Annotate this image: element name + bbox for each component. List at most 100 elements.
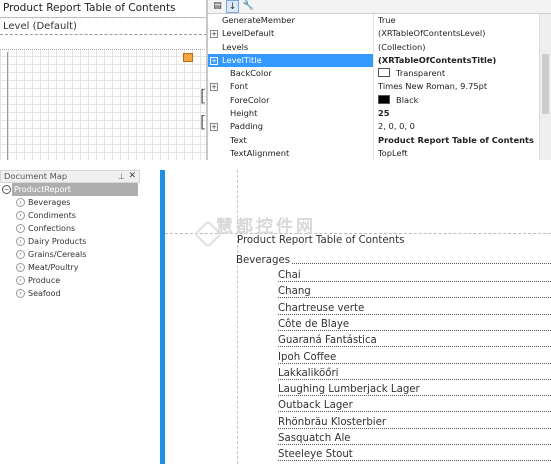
expand-icon[interactable]: › [16,211,25,220]
toc-entry[interactable]: Outback Lager [278,400,551,414]
property-row[interactable]: GenerateMember True [208,14,551,28]
tree-node-label: Beverages [28,198,71,207]
property-value[interactable]: 2, 0, 0, 0 [376,120,551,133]
expand-icon[interactable]: › [16,224,25,233]
tree-node-label: Meat/Poultry [28,263,79,272]
property-grid-scrollbar[interactable] [539,14,551,160]
property-value[interactable]: Black [376,94,551,107]
property-value[interactable]: (Collection) [376,41,551,54]
collapse-icon[interactable]: − [2,185,11,194]
property-row[interactable]: Text Product Report Table of Contents [208,133,551,147]
toc-entry-label: Chang [278,286,311,298]
property-name: Font [208,80,374,94]
toc-entry-label: Lakkaliköőri [278,367,339,379]
scrollbar-thumb[interactable] [542,54,549,114]
property-value[interactable]: TopLeft [376,147,551,160]
expand-icon[interactable]: + [210,83,218,92]
property-value-text: Transparent [396,68,446,79]
property-value[interactable]: Transparent [376,67,551,80]
property-value-text: (XRTableOfContentsTitle) [378,54,497,65]
property-name: LevelTitle [208,53,374,68]
tree-node-label: Dairy Products [28,237,87,246]
toc-entry[interactable]: Laughing Lumberjack Lager [278,384,551,398]
property-name: LevelDefault [208,27,374,41]
toc-entry-label: Outback Lager [278,400,353,412]
toc-title[interactable]: Product Report Table of Contents [237,235,404,246]
property-name: Height [208,107,374,121]
leader-dots [278,329,551,331]
toc-empty-band[interactable] [0,35,206,50]
toc-category-label: Beverages [236,255,293,266]
tree-node[interactable]: › Seafood [0,287,140,300]
property-row[interactable]: BackColor Transparent [208,67,551,81]
watermark: 慧都控件网 [216,217,316,237]
expand-icon[interactable]: + [210,56,218,65]
property-value[interactable]: (XRTableOfContentsTitle) [376,54,551,67]
expand-icon[interactable]: + [210,30,218,39]
toc-entry[interactable]: Chartreuse verte [278,302,551,317]
tree-node-root[interactable]: − ProductReport [0,183,140,196]
tree-node[interactable]: › Grains/Cereals [0,248,140,261]
tree-node[interactable]: › Condiments [0,209,140,222]
expand-icon[interactable]: › [16,198,25,207]
tree-node[interactable]: › Beverages [0,196,140,209]
toc-entry[interactable]: Chang [278,286,551,300]
expand-icon[interactable]: › [16,289,25,298]
property-name: Levels [208,40,374,54]
property-row[interactable]: Levels (Collection) [208,40,551,54]
tree-node[interactable]: › Confections [0,222,140,235]
smart-tag-icon[interactable] [183,53,193,62]
leader-dots [278,460,551,462]
property-name: GenerateMember [208,14,374,28]
expand-icon[interactable]: › [16,237,25,246]
property-value-text: (Collection) [378,41,426,52]
property-row[interactable]: Height 25 [208,107,551,121]
property-row[interactable]: ForeColor Black [208,93,551,108]
expand-icon[interactable]: + [210,123,218,132]
property-value[interactable]: True [376,14,551,27]
toc-entry[interactable]: Sasquatch Ale [278,433,551,447]
toc-category-entry[interactable]: Beverages [236,255,551,266]
alphabetical-icon[interactable]: ↓ [226,0,239,13]
property-row[interactable]: LevelTitle + (XRTableOfContentsTitle) [208,53,551,68]
property-value[interactable]: (XRTableOfContentsLevel) [376,27,551,40]
document-map-panel: Document Map ⊥ ✕ − ProductReport › Beverage… [0,170,140,464]
wrench-icon[interactable]: 🔧 [242,0,255,13]
toc-title-band[interactable]: Product Report Table of Contents [0,0,206,18]
toc-entry[interactable]: Guaraná Fantástica [278,335,551,349]
property-row[interactable]: Font + Times New Roman, 9.75pt [208,80,551,94]
toc-entry[interactable]: Steeleye Stout [278,449,551,463]
expand-icon[interactable]: › [16,263,25,272]
property-row[interactable]: TextAlignment TopLeft [208,146,551,160]
toc-entry[interactable]: Rhönbräu Klosterbier [278,416,551,431]
control-bracket-icon: [ [200,86,207,105]
toc-entry[interactable]: Côte de Blaye [278,318,551,333]
toc-level-default-band[interactable]: Level (Default) [0,19,206,35]
property-value[interactable]: Times New Roman, 9.75pt [376,80,551,93]
toc-entry[interactable]: Lakkaliköőri [278,367,551,382]
property-value[interactable]: Product Report Table of Contents [376,134,551,147]
expand-icon[interactable]: › [16,276,25,285]
toc-entry-label: Guaraná Fantástica [278,335,377,347]
categorized-icon[interactable]: ▤ [211,0,224,13]
tree-node[interactable]: › Produce [0,274,140,287]
pin-icon[interactable]: ⊥ [118,171,125,182]
report-designer-surface[interactable]: Product Report Table of Contents Level (… [0,0,207,160]
designer-left-edge [7,52,8,160]
property-row[interactable]: Padding +2, 0, 0, 0 [208,120,551,134]
expand-icon[interactable]: › [16,250,25,259]
tree-node[interactable]: › Meat/Poultry [0,261,140,274]
property-name: Padding [208,120,374,134]
toc-entry[interactable]: Ipoh Coffee [278,351,551,366]
color-swatch [378,68,390,78]
toc-entry[interactable]: Chai [278,270,551,284]
property-value[interactable]: 25 [376,107,551,120]
tree-node-label: Grains/Cereals [28,250,87,259]
toc-entry-label: Chai [278,270,301,281]
tree-node[interactable]: › Dairy Products [0,235,140,248]
tree-node-label: Seafood [28,289,61,298]
document-map-title: Document Map [4,171,68,181]
tree-node-label: Condiments [28,211,76,220]
property-row[interactable]: LevelDefault + (XRTableOfContentsLevel) [208,27,551,41]
close-icon[interactable]: ✕ [128,171,136,182]
